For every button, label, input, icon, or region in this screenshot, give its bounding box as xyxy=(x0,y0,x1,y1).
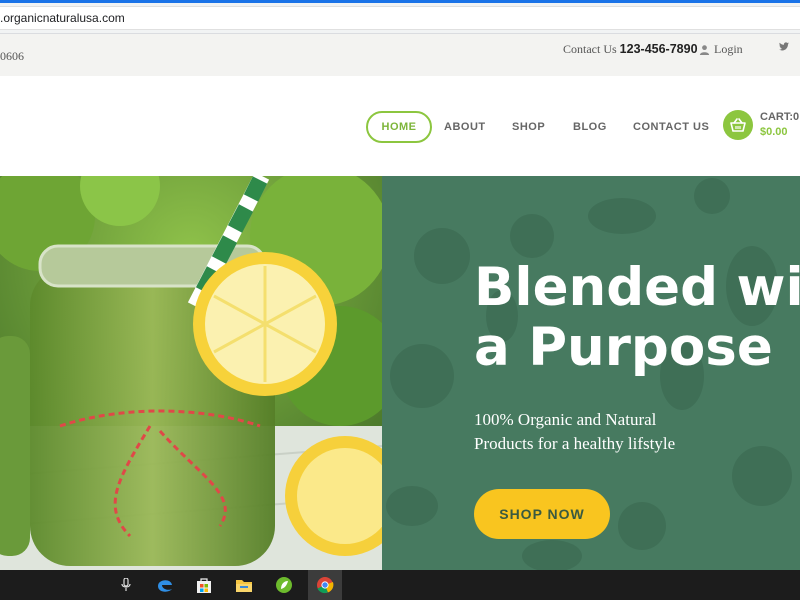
browser-address-area: .organicnaturalusa.com xyxy=(0,0,800,34)
hero-title: Blended with a Purpose xyxy=(474,258,800,378)
hero-title-line-1: Blended with xyxy=(474,257,800,318)
edge-icon[interactable] xyxy=(153,573,177,597)
nav-contact-us[interactable]: CONTACT US xyxy=(633,112,709,142)
contact-phone[interactable]: 123-456-7890 xyxy=(620,42,698,56)
hero-subtitle-line-2: Products for a healthy lifstyle xyxy=(474,434,676,453)
microphone-icon[interactable] xyxy=(114,573,138,597)
shop-now-button[interactable]: SHOP NOW xyxy=(474,489,610,539)
cart-amount[interactable]: $0.00 xyxy=(760,126,788,138)
nav-about[interactable]: ABOUT xyxy=(444,112,486,142)
nav-home[interactable]: HOME xyxy=(366,111,432,143)
browser-top-accent xyxy=(0,0,800,3)
hero-title-line-2: a Purpose xyxy=(474,317,773,378)
phone-fragment: 0606 xyxy=(0,49,24,63)
app-icon[interactable] xyxy=(272,573,296,597)
address-bar[interactable]: .organicnaturalusa.com xyxy=(0,6,800,30)
basket-icon xyxy=(730,118,746,132)
twitter-icon[interactable] xyxy=(779,42,789,54)
contact-label: Contact Us xyxy=(563,42,617,56)
hero-section: Blended with a Purpose 100% Organic and … xyxy=(0,176,800,570)
chrome-icon[interactable] xyxy=(308,570,342,600)
hero-subtitle-line-1: 100% Organic and Natural xyxy=(474,410,657,429)
hero-text-panel: Blended with a Purpose 100% Organic and … xyxy=(382,176,800,570)
store-icon[interactable] xyxy=(192,573,216,597)
login-label[interactable]: Login xyxy=(714,42,743,57)
smoothie-photo xyxy=(0,176,382,570)
file-explorer-icon[interactable] xyxy=(232,573,256,597)
nav-shop[interactable]: SHOP xyxy=(512,112,545,142)
smoothie-illustration xyxy=(0,176,382,570)
user-icon xyxy=(699,45,710,55)
top-info-strip: 0606 Contact Us 123-456-7890 Login xyxy=(0,34,800,76)
cart-count[interactable]: CART:0 xyxy=(760,111,799,123)
login-link[interactable]: Login xyxy=(699,42,743,57)
url-text[interactable]: .organicnaturalusa.com xyxy=(0,11,125,25)
contact-info: Contact Us 123-456-7890 xyxy=(563,42,698,57)
hero-subtitle: 100% Organic and Natural Products for a … xyxy=(474,408,774,456)
site-header: HOME ABOUT SHOP BLOG CONTACT US CART:0 $… xyxy=(0,76,800,176)
windows-taskbar xyxy=(0,570,800,600)
nav-blog[interactable]: BLOG xyxy=(573,112,607,142)
cart-button[interactable] xyxy=(723,110,753,140)
